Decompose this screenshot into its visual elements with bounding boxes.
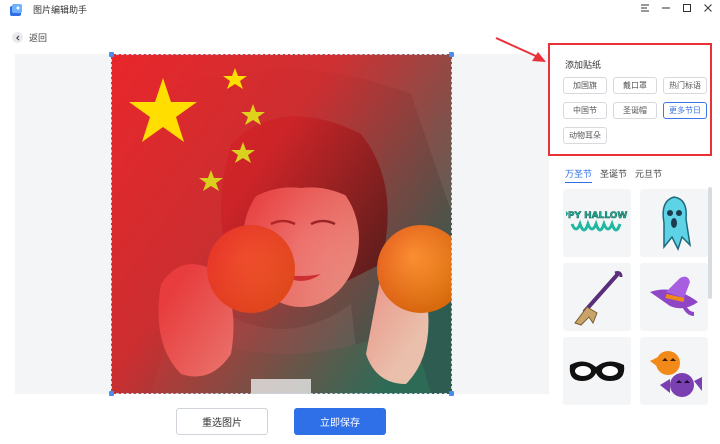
happy-halloween-sticker[interactable]: HAPPY HALLOWEEN	[563, 189, 631, 257]
tab-new-year[interactable]: 元旦节	[635, 167, 662, 183]
chip-chinese-festival[interactable]: 中国节	[563, 102, 607, 119]
edited-photo[interactable]	[111, 54, 452, 394]
tab-halloween[interactable]: 万圣节	[565, 167, 593, 183]
resize-handle-bottom-right[interactable]	[449, 391, 454, 396]
chip-mask[interactable]: 戴口罩	[613, 77, 657, 94]
maximize-icon[interactable]	[681, 1, 693, 15]
close-icon[interactable]	[702, 1, 714, 15]
sticker-category-panel: 添加贴纸 加国旗 戴口罩 热门标语 中国节 圣诞帽 更多节日 动物耳朵	[548, 43, 712, 156]
witch-hat-sticker[interactable]	[640, 263, 708, 331]
back-button[interactable]: 返回	[12, 31, 47, 44]
resize-handle-bottom-left[interactable]	[109, 391, 114, 396]
mask-sticker[interactable]	[563, 337, 631, 405]
title-bar: 图片编辑助手	[0, 0, 720, 20]
app-logo-icon	[10, 4, 22, 16]
chip-christmas-hat[interactable]: 圣诞帽	[613, 102, 657, 119]
holiday-tabs: 万圣节 圣诞节 元旦节	[565, 167, 662, 183]
chip-hot-slogan[interactable]: 热门标语	[663, 77, 707, 94]
resize-handle-top-right[interactable]	[449, 52, 454, 57]
tab-christmas[interactable]: 圣诞节	[600, 167, 627, 183]
red-arrow-annotation	[495, 37, 546, 62]
broom-sticker[interactable]	[563, 263, 631, 331]
happy-halloween-text: HAPPY HALLOWEEN	[566, 211, 628, 221]
chevron-left-icon	[12, 32, 23, 43]
save-button[interactable]: 立即保存	[294, 408, 386, 435]
pumpkin-candy-sticker[interactable]	[640, 337, 708, 405]
chip-more-holidays[interactable]: 更多节日	[663, 102, 707, 119]
app-title: 图片编辑助手	[33, 6, 88, 16]
resize-handle-top-left[interactable]	[109, 52, 114, 57]
back-label: 返回	[29, 34, 48, 44]
chip-national-flag[interactable]: 加国旗	[563, 77, 607, 94]
reselect-image-button[interactable]: 重选图片	[176, 408, 268, 435]
chip-animal-ears[interactable]: 动物耳朵	[563, 127, 607, 144]
image-canvas	[15, 52, 549, 396]
ghost-sticker[interactable]	[640, 189, 708, 257]
sticker-scrollbar[interactable]	[708, 187, 712, 299]
minimize-icon[interactable]	[660, 1, 672, 15]
sticker-grid: HAPPY HALLOWEEN	[563, 185, 711, 444]
sticker-panel-title: 添加贴纸	[565, 61, 602, 71]
menu-icon[interactable]	[639, 1, 651, 15]
